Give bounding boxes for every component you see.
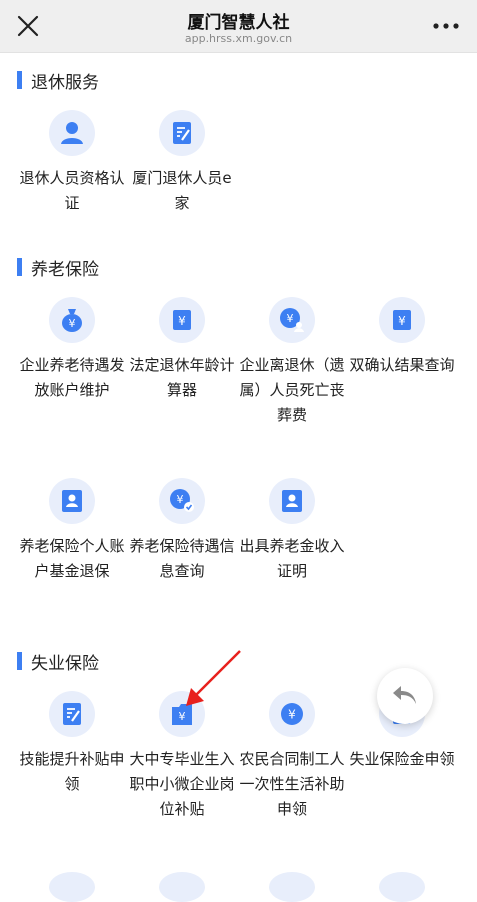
section-header-unemployment: 失业保险 bbox=[17, 650, 99, 674]
section-accent-bar bbox=[17, 71, 22, 89]
service-tile-label: 大中专毕业生入职中小微企业岗位补贴 bbox=[129, 750, 235, 818]
yuan-check-icon: ¥ bbox=[159, 478, 205, 524]
service-tile-label: 养老保险个人账户基金退保 bbox=[19, 537, 125, 580]
service-tile-label: 企业离退休（遗属）人员死亡丧葬费 bbox=[239, 356, 345, 424]
section-accent-bar bbox=[17, 652, 22, 670]
person-card-icon bbox=[49, 478, 95, 524]
service-tile-label: 法定退休年龄计算器 bbox=[129, 356, 235, 399]
section-header-retirement: 退休服务 bbox=[17, 69, 99, 93]
yuan-person-icon: ¥ bbox=[269, 297, 315, 343]
partial-service-icon[interactable] bbox=[269, 872, 315, 902]
person-card-icon bbox=[269, 478, 315, 524]
top-bar: 厦门智慧人社 app.hrss.xm.gov.cn bbox=[0, 0, 477, 53]
service-tile-label: 技能提升补贴申领 bbox=[19, 750, 125, 793]
svg-text:¥: ¥ bbox=[69, 317, 76, 330]
service-tile-label: 出具养老金收入证明 bbox=[239, 537, 345, 580]
svg-text:¥: ¥ bbox=[398, 314, 406, 328]
service-tile-label: 厦门退休人员e家 bbox=[132, 169, 232, 212]
partial-service-icon[interactable] bbox=[159, 872, 205, 902]
service-tile-label: 双确认结果查询 bbox=[349, 356, 455, 374]
yuan-circle-icon: ¥ bbox=[269, 691, 315, 737]
svg-text:¥: ¥ bbox=[177, 493, 184, 506]
more-button[interactable] bbox=[431, 14, 461, 38]
person-icon bbox=[49, 110, 95, 156]
floating-back-button[interactable] bbox=[377, 668, 433, 724]
service-tile-label: 退休人员资格认证 bbox=[19, 169, 125, 212]
page-title: 厦门智慧人社 bbox=[187, 13, 290, 33]
form-edit-icon bbox=[159, 110, 205, 156]
yuan-doc-icon: ¥ bbox=[379, 297, 425, 343]
svg-text:¥: ¥ bbox=[178, 314, 186, 328]
section-title: 养老保险 bbox=[31, 259, 99, 280]
section-title: 退休服务 bbox=[31, 72, 99, 93]
money-bag-icon: ¥ bbox=[49, 297, 95, 343]
svg-text:¥: ¥ bbox=[287, 312, 294, 325]
svg-text:¥: ¥ bbox=[288, 708, 296, 722]
undo-arrow-icon bbox=[393, 686, 416, 704]
page-url: app.hrss.xm.gov.cn bbox=[184, 32, 293, 45]
svg-text:¥: ¥ bbox=[179, 710, 186, 723]
service-tile-label: 养老保险待遇信息查询 bbox=[129, 537, 235, 580]
service-tile-label: 失业保险金申领 bbox=[349, 750, 455, 768]
yuan-folder-icon: ¥ bbox=[159, 691, 205, 737]
more-dots-icon bbox=[433, 23, 459, 29]
partial-service-icon[interactable] bbox=[379, 872, 425, 902]
section-title: 失业保险 bbox=[31, 653, 99, 674]
form-edit-icon bbox=[49, 691, 95, 737]
service-tile-label: 农民合同制工人一次性生活补助申领 bbox=[239, 750, 345, 818]
yuan-doc-icon: ¥ bbox=[159, 297, 205, 343]
service-tile-label: 企业养老待遇发放账户维护 bbox=[19, 356, 125, 399]
partial-service-icon[interactable] bbox=[49, 872, 95, 902]
section-header-pension: 养老保险 bbox=[17, 256, 99, 280]
section-accent-bar bbox=[17, 258, 22, 276]
